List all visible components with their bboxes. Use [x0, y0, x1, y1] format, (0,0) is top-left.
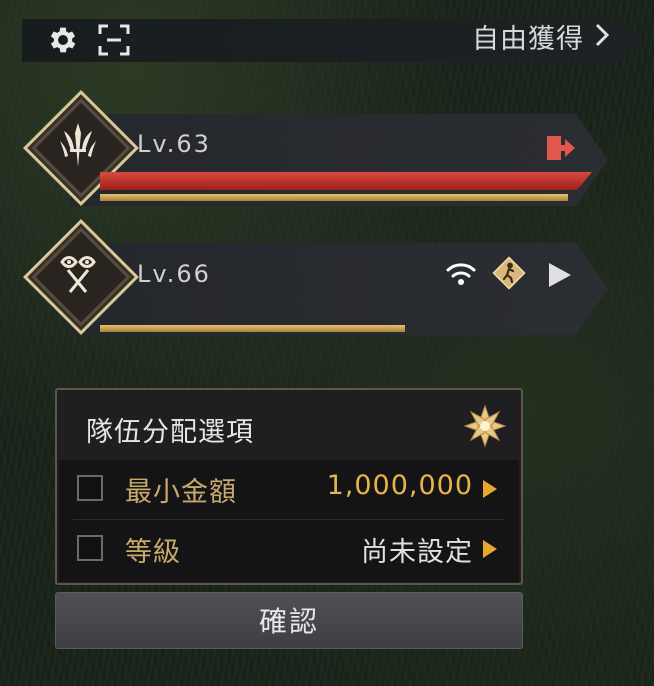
gear-icon [50, 27, 76, 53]
options-list: 最小金額 1,000,000 等級 尚未設定 [59, 460, 519, 582]
free-gain-button[interactable]: 自由獲得 [472, 20, 610, 60]
level-checkbox[interactable] [77, 535, 103, 561]
min-amount-label: 最小金額 [125, 477, 237, 508]
wifi-signal-icon [445, 260, 477, 292]
option-row-min-amount[interactable]: 最小金額 1,000,000 [59, 460, 519, 518]
member-2-resource-bar [100, 325, 405, 332]
leave-party-icon [547, 136, 575, 160]
min-amount-value: 1,000,000 [326, 470, 473, 501]
play-arrow-button[interactable] [545, 261, 575, 293]
confirm-button[interactable]: 確認 [55, 592, 523, 649]
min-amount-checkbox[interactable] [77, 475, 103, 501]
party-member-2[interactable] [70, 243, 608, 335]
panel-title: 隊伍分配選項 [86, 417, 254, 448]
follow-run-icon [492, 256, 526, 290]
chevron-right-icon [594, 20, 610, 60]
play-arrow-icon [549, 263, 571, 287]
member-1-level: Lv.63 [137, 130, 211, 158]
member-1-hp-bar [100, 172, 592, 190]
option-row-level[interactable]: 等級 尚未設定 [59, 520, 519, 578]
class-emblem-icon [40, 236, 116, 312]
member-1-resource-bar [100, 194, 568, 201]
free-gain-label: 自由獲得 [472, 24, 584, 55]
member-2-level: Lv.66 [137, 260, 211, 288]
follow-run-button[interactable] [492, 256, 526, 294]
screen-capture-icon [98, 24, 130, 56]
screen-capture-button[interactable] [96, 22, 132, 58]
flower-badge-icon [463, 404, 507, 452]
party-distribution-panel: 隊伍分配選項 最小金額 1,000,000 等級 尚未設定 [55, 388, 523, 585]
party-member-1[interactable] [70, 114, 608, 206]
level-value: 尚未設定 [361, 537, 473, 568]
min-amount-arrow-icon[interactable] [483, 480, 497, 498]
leave-party-button[interactable] [545, 134, 579, 166]
settings-button[interactable] [45, 22, 81, 58]
class-emblem-icon [40, 107, 116, 183]
level-arrow-icon[interactable] [483, 540, 497, 558]
level-label: 等級 [125, 537, 181, 568]
